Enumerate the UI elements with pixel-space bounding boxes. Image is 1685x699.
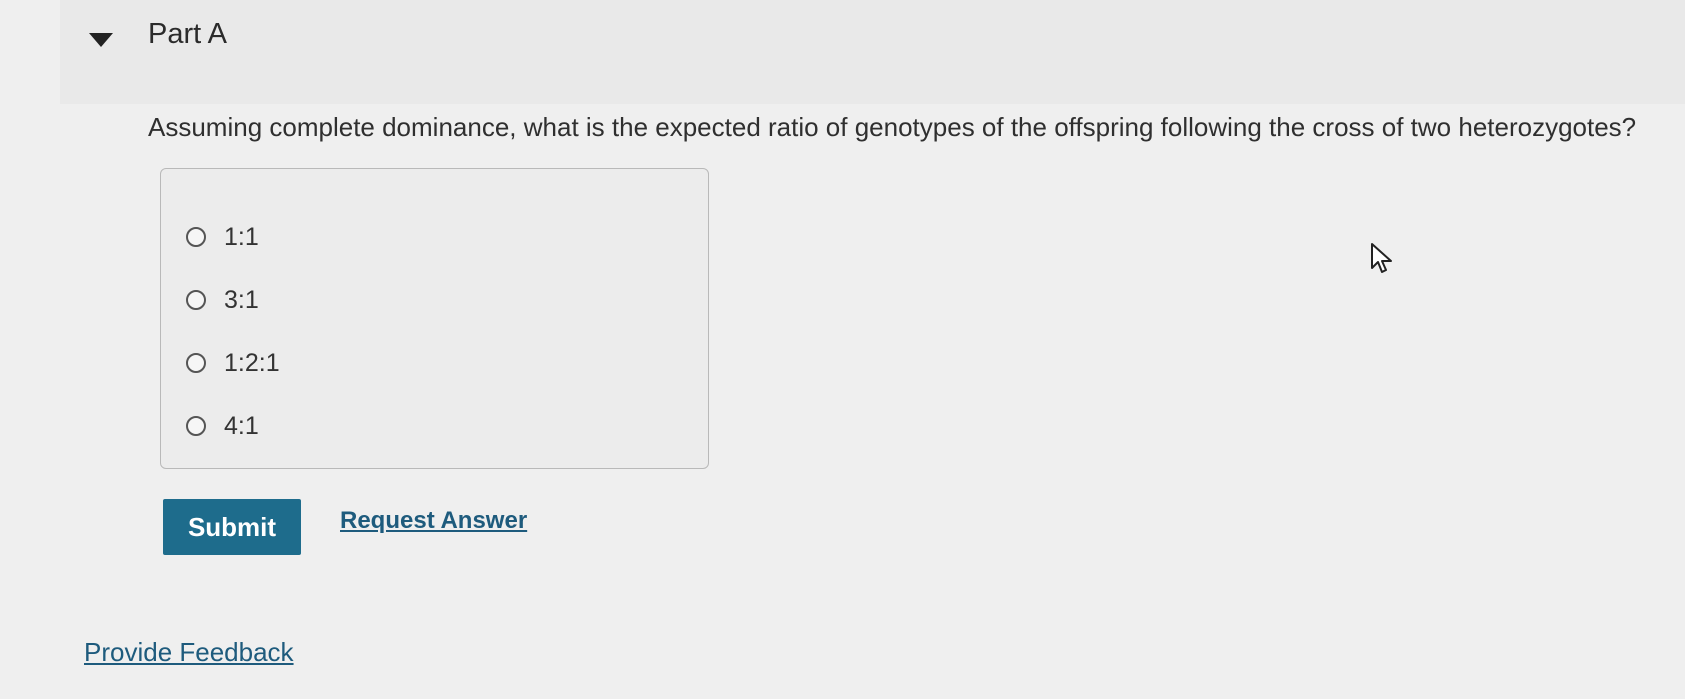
radio-button[interactable]: [186, 227, 206, 247]
option-3-1[interactable]: 3:1: [186, 285, 259, 315]
part-header: [60, 0, 1685, 104]
request-answer-link[interactable]: Request Answer: [340, 507, 527, 535]
option-label: 4:1: [224, 411, 259, 440]
radio-button[interactable]: [186, 290, 206, 310]
option-1-1[interactable]: 1:1: [186, 222, 259, 252]
caret-down-icon[interactable]: [88, 30, 114, 50]
mouse-pointer-icon: [1370, 242, 1394, 276]
option-1-2-1[interactable]: 1:2:1: [186, 348, 280, 378]
radio-button[interactable]: [186, 416, 206, 436]
radio-button[interactable]: [186, 353, 206, 373]
option-label: 1:2:1: [224, 348, 280, 377]
question-text: Assuming complete dominance, what is the…: [148, 112, 1637, 142]
provide-feedback-link[interactable]: Provide Feedback: [84, 637, 294, 668]
option-label: 1:1: [224, 222, 259, 251]
option-4-1[interactable]: 4:1: [186, 411, 259, 441]
answer-options-group: 1:1 3:1 1:2:1 4:1: [160, 168, 709, 469]
part-title: Part A: [148, 18, 227, 50]
submit-button[interactable]: Submit: [163, 499, 301, 555]
option-label: 3:1: [224, 285, 259, 314]
